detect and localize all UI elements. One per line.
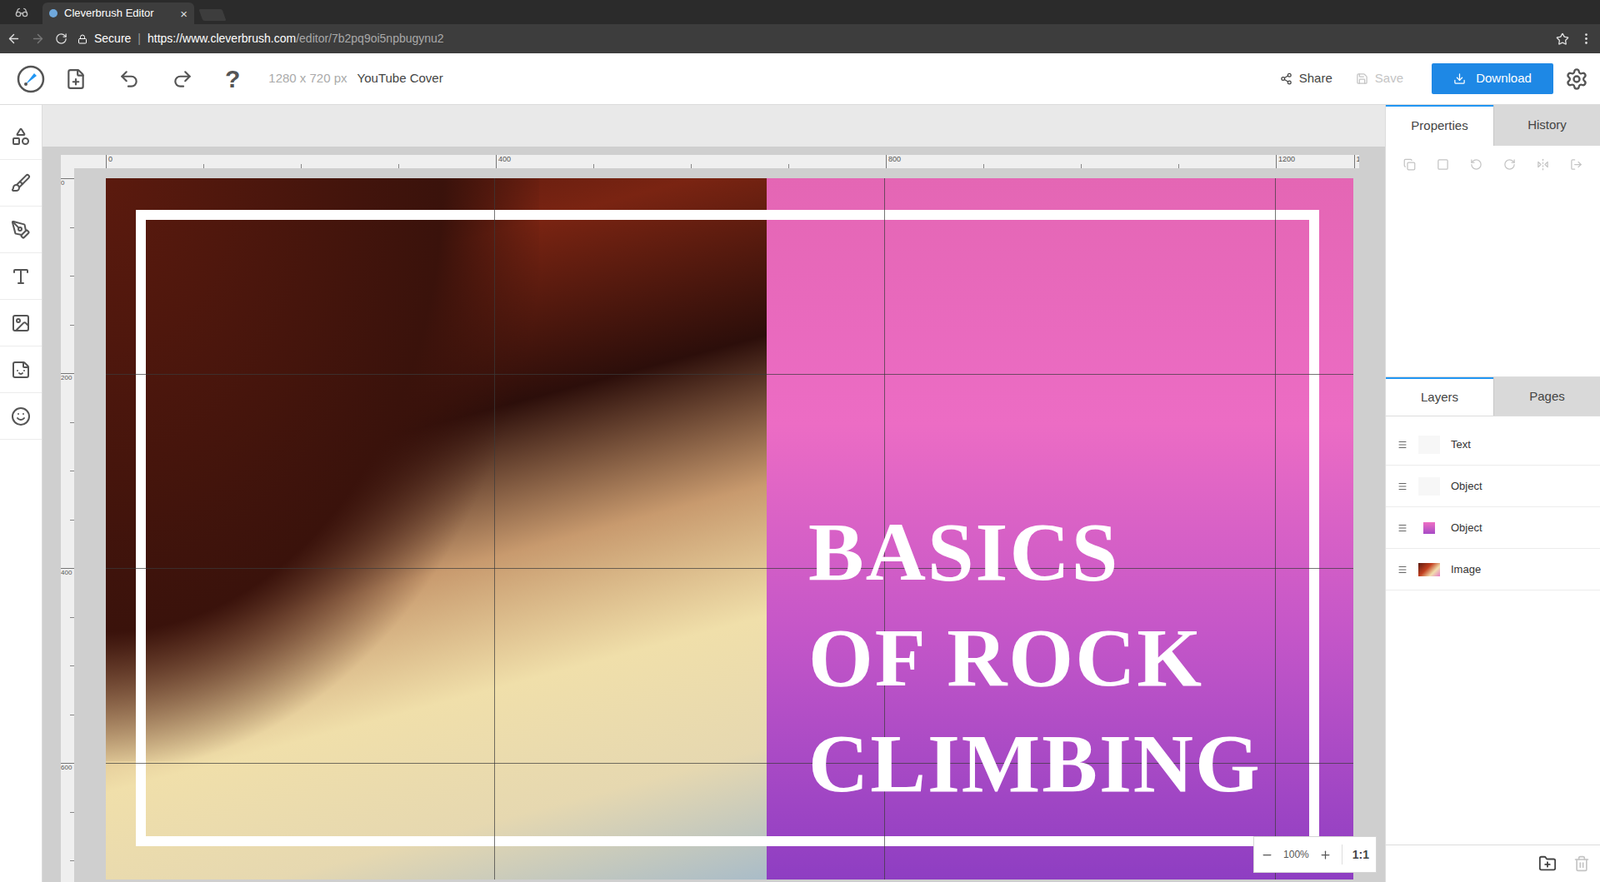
grid-line — [494, 178, 495, 880]
right-panel: PropertiesHistoryLayersPagesTextObjectOb… — [1385, 105, 1600, 882]
canvas-size: 1280 x 720 px — [268, 69, 347, 89]
smiley-icon — [10, 406, 31, 427]
title-line: CLIMBING — [808, 710, 1262, 817]
layer-row[interactable]: Object — [1385, 507, 1600, 550]
add-layer-icon[interactable] — [1538, 855, 1557, 874]
delete-layer-icon[interactable] — [1573, 855, 1590, 873]
layer-thumbnail — [1423, 522, 1435, 535]
save-icon — [1355, 72, 1369, 85]
brush-icon — [10, 173, 31, 194]
image-icon — [10, 313, 31, 334]
grid-line — [1275, 178, 1276, 880]
favicon-icon — [49, 9, 58, 18]
browser-menu-icon[interactable] — [1579, 31, 1594, 46]
ruler-label: 0 — [60, 179, 65, 188]
new-tab-button[interactable] — [198, 9, 226, 21]
lock-icon — [77, 34, 88, 45]
tool-button[interactable] — [0, 206, 42, 254]
settings-gear-icon[interactable] — [1565, 67, 1589, 91]
ruler-label: 600 — [60, 764, 72, 773]
new-document-icon[interactable] — [65, 68, 87, 90]
share-button[interactable]: Share — [1280, 69, 1333, 89]
workspace: 0 400 800 1200 1280 0 200 400 600 BASICSOF ROCKCL… — [42, 146, 1385, 882]
zoom-level: 100% — [1283, 847, 1310, 863]
ruler-label: 200 — [60, 374, 72, 383]
layers-list: TextObjectObjectImage — [1385, 416, 1600, 845]
title-line: BASICS — [808, 499, 1262, 605]
zoom-in-icon[interactable] — [1319, 849, 1332, 862]
url-field[interactable]: Secure|https://www.cleverbrush.com/edito… — [77, 30, 1546, 48]
ruler-label: 0 — [108, 155, 113, 165]
fill-icon[interactable] — [1436, 158, 1450, 171]
share-icon — [1280, 72, 1293, 85]
app-toolbar: ? 1280 x 720 px YouTube Cover Share Save Down… — [0, 53, 1600, 105]
incognito-icon — [15, 5, 29, 20]
layer-thumbnail — [1418, 435, 1440, 455]
reload-icon[interactable] — [55, 32, 68, 45]
tool-button[interactable] — [0, 160, 42, 207]
flip-icon[interactable] — [1536, 158, 1550, 171]
duplicate-icon[interactable] — [1403, 158, 1416, 171]
pen-icon — [10, 220, 31, 240]
panel-tab[interactable]: Pages — [1493, 377, 1600, 416]
browser-tab[interactable]: Cleverbrush Editor× — [42, 2, 195, 25]
text-icon — [10, 266, 31, 287]
ruler-label: 1280 — [1356, 155, 1360, 165]
sticker-icon — [10, 360, 31, 380]
zoom-controls: 100% 1:1 — [1253, 836, 1377, 874]
drag-handle-icon[interactable] — [1397, 523, 1408, 534]
bookmark-star-icon[interactable] — [1555, 32, 1570, 46]
save-button: Save — [1355, 69, 1404, 89]
panel-tab[interactable]: Properties — [1385, 105, 1494, 146]
ruler-label: 1200 — [1278, 155, 1295, 165]
panel-tab[interactable]: Layers — [1385, 377, 1494, 416]
ruler-label: 400 — [60, 569, 72, 578]
title-line: OF ROCK — [808, 605, 1262, 711]
tab-close-button[interactable]: × — [180, 7, 188, 20]
layer-row[interactable]: Image — [1385, 549, 1600, 591]
forward-icon[interactable] — [30, 31, 45, 46]
tool-button[interactable] — [0, 393, 42, 440]
grid-line — [105, 374, 1354, 375]
top-ruler: 0 400 800 1200 1280 — [60, 155, 1360, 169]
ruler-label: 400 — [498, 155, 511, 165]
title-text[interactable]: BASICSOF ROCKCLIMBING — [808, 499, 1262, 817]
design-canvas[interactable]: BASICSOF ROCKCLIMBING — [105, 178, 1354, 880]
undo-icon[interactable] — [118, 68, 140, 90]
layer-row[interactable]: Object — [1385, 465, 1600, 508]
cleverbrush-logo-icon[interactable] — [15, 64, 46, 95]
canvas-top-strip — [42, 105, 1385, 147]
redo-icon[interactable] — [171, 68, 194, 90]
grid-line — [105, 568, 1354, 570]
rotate-right-icon[interactable] — [1503, 158, 1516, 171]
help-button[interactable]: ? — [225, 66, 240, 92]
layer-thumbnail — [1418, 477, 1440, 496]
send-icon[interactable] — [1570, 158, 1583, 171]
tool-button[interactable] — [0, 113, 42, 160]
browser-tab-strip: Cleverbrush Editor× — [0, 0, 1600, 25]
download-button[interactable]: Download — [1431, 63, 1554, 95]
drag-handle-icon[interactable] — [1397, 565, 1408, 575]
download-icon — [1453, 72, 1466, 85]
tool-button[interactable] — [0, 346, 42, 394]
address-bar: Secure|https://www.cleverbrush.com/edito… — [0, 24, 1600, 54]
ruler-label: 800 — [888, 155, 901, 165]
shapes-icon — [10, 126, 31, 147]
layer-thumbnail — [1418, 563, 1440, 577]
zoom-reset-button[interactable]: 1:1 — [1352, 846, 1370, 865]
rotate-left-icon[interactable] — [1470, 158, 1483, 171]
left-ruler: 0 200 400 600 — [60, 168, 75, 882]
tool-sidebar — [0, 105, 43, 882]
panel-tab[interactable]: History — [1493, 105, 1600, 146]
template-name: YouTube Cover — [357, 69, 444, 89]
tool-button[interactable] — [0, 300, 42, 347]
app-root: Cleverbrush Editor× Secure|https://www.cl… — [0, 0, 1600, 882]
zoom-out-icon[interactable] — [1260, 849, 1274, 862]
layer-row[interactable]: Text — [1385, 424, 1600, 466]
back-icon[interactable] — [6, 31, 21, 46]
tool-button[interactable] — [0, 253, 42, 300]
drag-handle-icon[interactable] — [1397, 481, 1408, 492]
drag-handle-icon[interactable] — [1397, 440, 1408, 450]
